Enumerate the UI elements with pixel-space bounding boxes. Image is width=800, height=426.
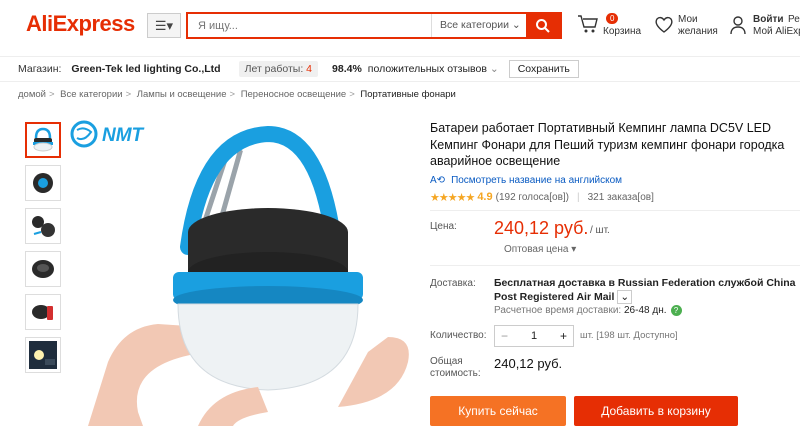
- store-bar: Магазин: Green-Tek led lighting Co.,Ltd …: [0, 56, 800, 82]
- cart-count-badge: 0: [606, 13, 619, 24]
- thumbnail-3[interactable]: [25, 208, 61, 244]
- thumbnail-4[interactable]: [25, 251, 61, 287]
- rating-row: ★★★★★ 4.9 (192 голоса[ов]) | 321 заказа[…: [430, 191, 654, 204]
- breadcrumb: домой > Все категории > Лампы и освещение >…: [18, 89, 456, 100]
- store-name-link[interactable]: Green-Tek led lighting Co.,Ltd: [71, 63, 220, 75]
- shipping-label: Доставка:: [430, 278, 476, 289]
- shipping-text: Бесплатная доставка в Russian Federation…: [494, 277, 796, 303]
- delivery-time: Расчетное время доставки: 26-48 дн.?: [494, 305, 682, 316]
- search-category-select[interactable]: Все категории ⌄: [431, 14, 526, 37]
- lamp-thumb-icon: [33, 127, 53, 152]
- chevron-down-icon[interactable]: ⌄: [490, 63, 499, 75]
- add-to-cart-button[interactable]: Добавить в корзину: [574, 396, 738, 426]
- nmt-logo: [70, 120, 98, 148]
- brand-logo-text: NMT: [102, 125, 145, 146]
- delivery-time-value: 26-48 дн.: [624, 305, 667, 316]
- chevron-down-icon[interactable]: ⌄: [617, 290, 633, 304]
- lamp-parts-icon: [32, 216, 55, 237]
- lamp-top-view-icon: [33, 173, 53, 193]
- search-input[interactable]: [188, 14, 431, 37]
- lamp-bottom-icon: [32, 260, 54, 278]
- store-years-badge: Лет работы: 4: [238, 61, 319, 77]
- thumbnail-6[interactable]: [25, 337, 61, 373]
- breadcrumb-portable-lighting[interactable]: Переносное освещение: [241, 89, 347, 100]
- translate-title-link[interactable]: A⟲ Посмотреть название на английском: [430, 175, 800, 186]
- breadcrumb-home[interactable]: домой: [18, 89, 46, 100]
- main-product-image[interactable]: NMT: [68, 112, 418, 426]
- thumbnail-2[interactable]: [25, 165, 61, 201]
- heart-icon: [655, 16, 673, 33]
- rating-value: 4.9: [477, 191, 493, 203]
- total-label: Общая стоимость:: [430, 356, 481, 380]
- my-aliexpress-link[interactable]: Мой AliExpress: [753, 26, 800, 38]
- wishlist-line2: желания: [678, 26, 718, 37]
- quantity-increase-button[interactable]: +: [560, 329, 567, 343]
- price-label: Цена:: [430, 221, 457, 232]
- translate-icon: A⟲: [430, 174, 446, 186]
- breadcrumb-lighting[interactable]: Лампы и освещение: [137, 89, 227, 100]
- categories-menu-button[interactable]: ☰▾: [147, 13, 181, 38]
- wholesale-price-toggle[interactable]: Оптовая цена ▾: [504, 244, 576, 255]
- orders-count: 321 заказа[ов]: [587, 191, 654, 203]
- search-bar: Все категории ⌄: [186, 12, 562, 39]
- signin-link[interactable]: Войти: [753, 14, 784, 26]
- search-category-label: Все категории: [440, 19, 509, 31]
- thumbnail-5[interactable]: [25, 294, 61, 330]
- search-icon: [536, 18, 550, 33]
- quantity-label: Количество:: [430, 330, 487, 341]
- delivery-time-label: Расчетное время доставки:: [494, 305, 622, 316]
- years-value: 4: [306, 63, 313, 75]
- price-unit: / шт.: [590, 225, 610, 236]
- breadcrumb-current: Портативные фонари: [360, 89, 456, 100]
- register-link[interactable]: Ре: [788, 14, 800, 26]
- lamp-batteries-icon: [32, 305, 53, 320]
- help-icon[interactable]: ?: [670, 305, 682, 316]
- aliexpress-logo[interactable]: AliExpress: [26, 11, 135, 37]
- buy-now-button[interactable]: Купить сейчас: [430, 396, 566, 426]
- divider: [430, 265, 800, 266]
- camping-lamp-image: NMT: [70, 120, 409, 426]
- product-info: Батареи работает Портативный Кемпинг лам…: [430, 120, 800, 204]
- wishlist-line1: Мои: [678, 14, 698, 25]
- cart-icon: [578, 15, 598, 33]
- quantity-available: шт. [198 шт. Доступно]: [580, 330, 678, 341]
- breadcrumb-all-categories[interactable]: Все категории: [60, 89, 122, 100]
- total-label-line1: Общая: [430, 356, 463, 367]
- thumbnail-gallery: [25, 122, 63, 380]
- product-title: Батареи работает Портативный Кемпинг лам…: [430, 121, 785, 168]
- feedback-percent: 98.4%: [332, 63, 362, 75]
- price-value: 240,12 руб.: [494, 218, 589, 238]
- user-icon: [730, 16, 746, 35]
- lamp-night-scene-icon: [29, 341, 57, 369]
- total-label-line2: стоимость:: [430, 368, 481, 379]
- years-label: Лет работы:: [244, 63, 304, 75]
- quantity-input[interactable]: 1: [531, 330, 537, 342]
- thumbnail-1[interactable]: [25, 122, 61, 158]
- wholesale-label: Оптовая цена: [504, 244, 569, 255]
- shipping-info[interactable]: Бесплатная доставка в Russian Federation…: [494, 276, 800, 304]
- votes-link[interactable]: (192 голоса[ов]): [496, 192, 569, 203]
- divider: [430, 210, 800, 211]
- store-label: Магазин:: [18, 63, 62, 75]
- feedback-label[interactable]: положительных отзывов: [368, 63, 487, 75]
- total-value: 240,12 руб.: [494, 356, 563, 371]
- save-store-button[interactable]: Сохранить: [508, 60, 579, 78]
- search-button[interactable]: [526, 14, 560, 37]
- translate-label: Посмотреть название на английском: [451, 174, 623, 186]
- quantity-decrease-button[interactable]: −: [501, 329, 508, 343]
- quantity-stepper: − 1 +: [494, 325, 574, 347]
- cart-label: Корзина: [603, 26, 642, 37]
- stars-icon: ★★★★★: [430, 191, 475, 204]
- header: AliExpress ☰▾ Все категории ⌄ 0 Корзина …: [0, 0, 800, 52]
